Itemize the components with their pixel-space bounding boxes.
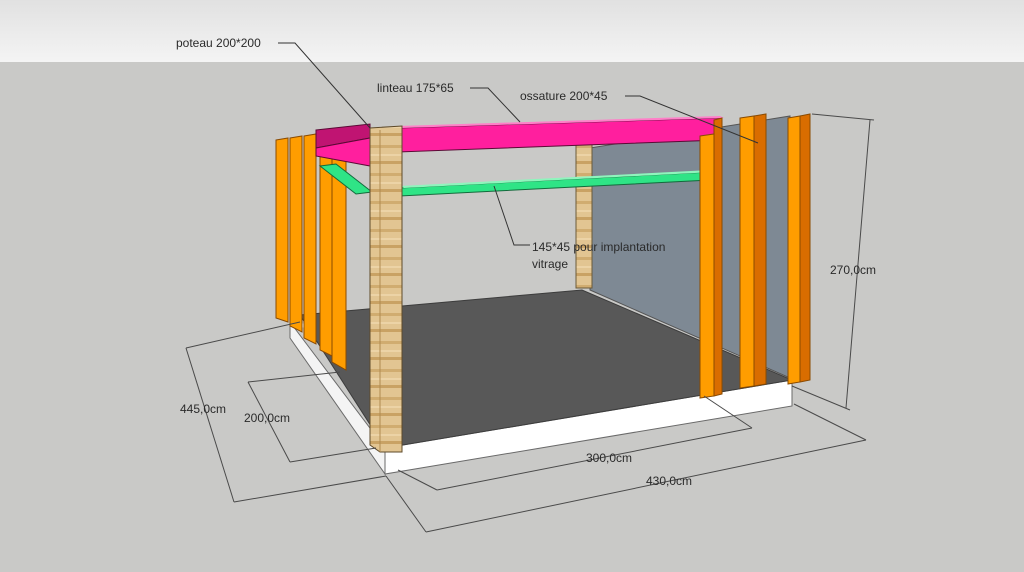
dim-depth-total: 445,0cm	[180, 402, 226, 416]
right-stud	[753, 113, 767, 387]
dim-depth-partial: 200,0cm	[244, 411, 290, 425]
dim-height: 270,0cm	[830, 263, 876, 277]
3d-model-viewport[interactable]: poteau 200*200 linteau 175*65 ossature 2…	[0, 0, 1024, 567]
front-corner-post	[369, 125, 403, 453]
label-linteau: linteau 175*65	[377, 81, 454, 95]
dim-width-total: 430,0cm	[646, 474, 692, 488]
left-stud	[275, 137, 289, 323]
right-stud	[799, 113, 811, 383]
right-stud	[739, 115, 755, 389]
back-post	[575, 142, 593, 289]
left-stud	[289, 135, 303, 333]
label-traverse-line2: vitrage	[532, 257, 568, 271]
sky	[0, 0, 1024, 62]
right-stud	[713, 117, 723, 397]
right-stud	[699, 133, 715, 399]
dim-width-partial: 300,0cm	[586, 451, 632, 465]
left-stud	[303, 133, 317, 345]
label-poteau: poteau 200*200	[176, 36, 261, 50]
right-stud	[787, 115, 801, 385]
label-traverse-line1: 145*45 pour implantation	[532, 240, 665, 254]
label-ossature: ossature 200*45	[520, 89, 608, 103]
right-wall-studs	[699, 113, 811, 399]
